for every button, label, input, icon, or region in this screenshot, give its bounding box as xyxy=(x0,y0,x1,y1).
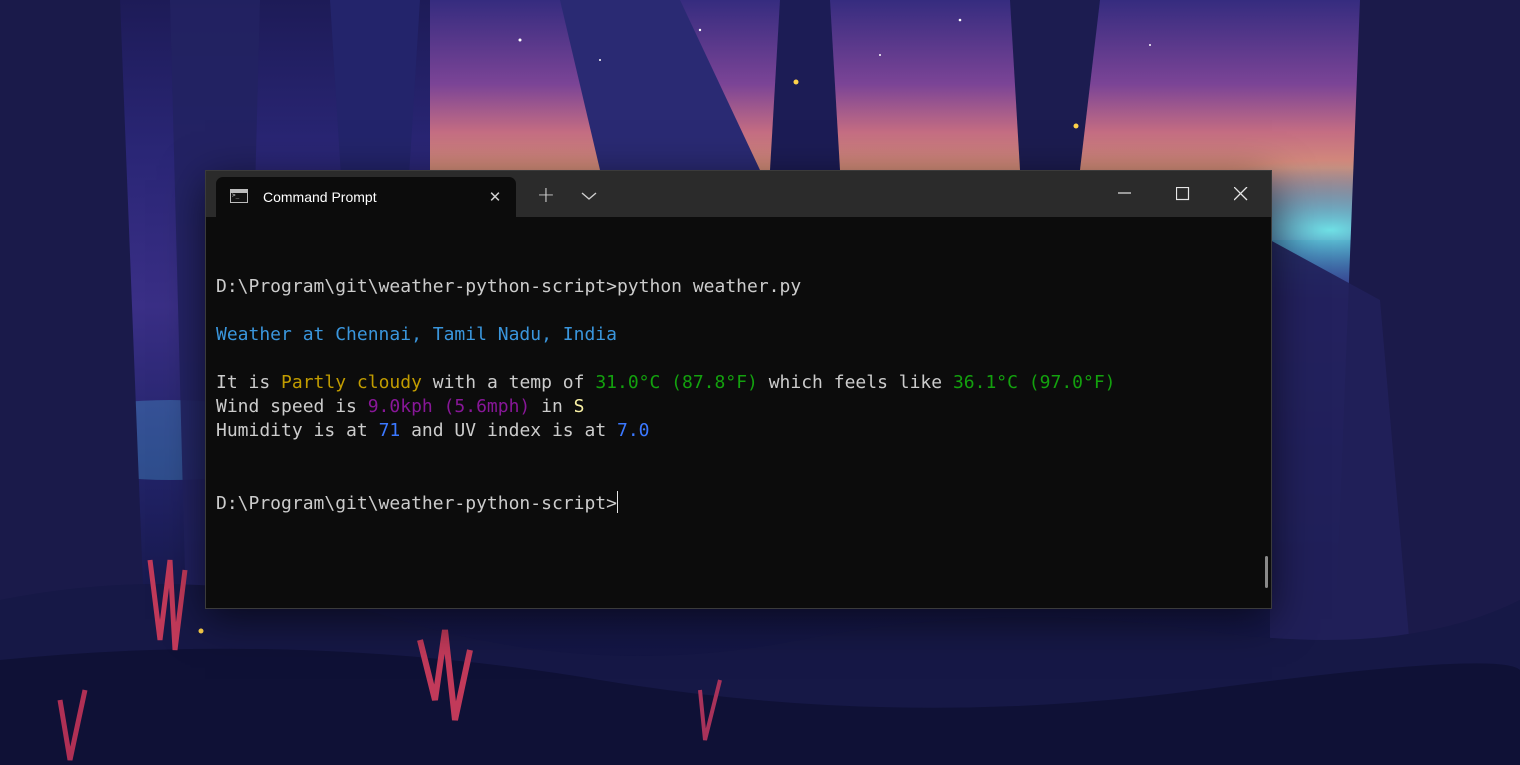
text-segment: Wind speed is xyxy=(216,396,368,417)
terminal-icon xyxy=(230,189,248,203)
close-icon xyxy=(1234,187,1248,201)
humidity-value: 71 xyxy=(378,420,401,441)
weather-line-wind: Wind speed is 9.0kph (5.6mph) in S xyxy=(216,395,584,419)
text-segment: and UV index is at xyxy=(400,420,617,441)
text-segment: Humidity is at xyxy=(216,420,379,441)
feels-like-value: 36.1°C (97.0°F) xyxy=(952,372,1116,393)
condition-value: Partly cloudy xyxy=(281,372,422,393)
weather-heading: Weather at Chennai, Tamil Nadu, India xyxy=(216,324,617,345)
tab-command-prompt[interactable]: Command Prompt ✕ xyxy=(216,177,516,217)
uv-index-value: 7.0 xyxy=(617,420,650,441)
command-text: python weather.py xyxy=(616,276,802,297)
wind-speed-value: 9.0kph (5.6mph) xyxy=(367,396,531,417)
text-segment: which feels like xyxy=(757,372,953,393)
text-cursor xyxy=(616,491,618,513)
command-prompt-window: Command Prompt ✕ + D:\Program\git xyxy=(205,170,1272,609)
wind-direction-value: S xyxy=(573,396,585,417)
text-segment: in xyxy=(530,396,574,417)
maximize-button[interactable] xyxy=(1154,171,1212,217)
text-segment: with a temp of xyxy=(421,372,596,393)
new-tab-button[interactable]: + xyxy=(532,184,560,208)
prompt-text: D:\Program\git\weather-python-script> xyxy=(216,276,617,297)
close-window-button[interactable] xyxy=(1212,171,1270,217)
final-prompt-line[interactable]: D:\Program\git\weather-python-script> xyxy=(216,491,618,515)
maximize-icon xyxy=(1176,187,1190,201)
minimize-button[interactable] xyxy=(1096,171,1154,217)
terminal-output[interactable]: D:\Program\git\weather-python-script>pyt… xyxy=(216,217,1256,605)
chevron-down-icon[interactable] xyxy=(576,184,602,208)
command-line: D:\Program\git\weather-python-script>pyt… xyxy=(216,275,801,299)
tab-close-icon[interactable]: ✕ xyxy=(484,186,506,208)
tab-title: Command Prompt xyxy=(263,189,377,205)
weather-line-temperature: It is Partly cloudy with a temp of 31.0°… xyxy=(216,371,1116,395)
scrollbar[interactable] xyxy=(1265,556,1268,588)
temperature-value: 31.0°C (87.8°F) xyxy=(595,372,758,393)
minimize-icon xyxy=(1118,192,1131,194)
title-bar[interactable]: Command Prompt ✕ + xyxy=(206,171,1271,217)
prompt-text: D:\Program\git\weather-python-script> xyxy=(216,493,617,514)
text-segment: It is xyxy=(216,372,282,393)
weather-line-humidity: Humidity is at 71 and UV index is at 7.0 xyxy=(216,419,650,443)
